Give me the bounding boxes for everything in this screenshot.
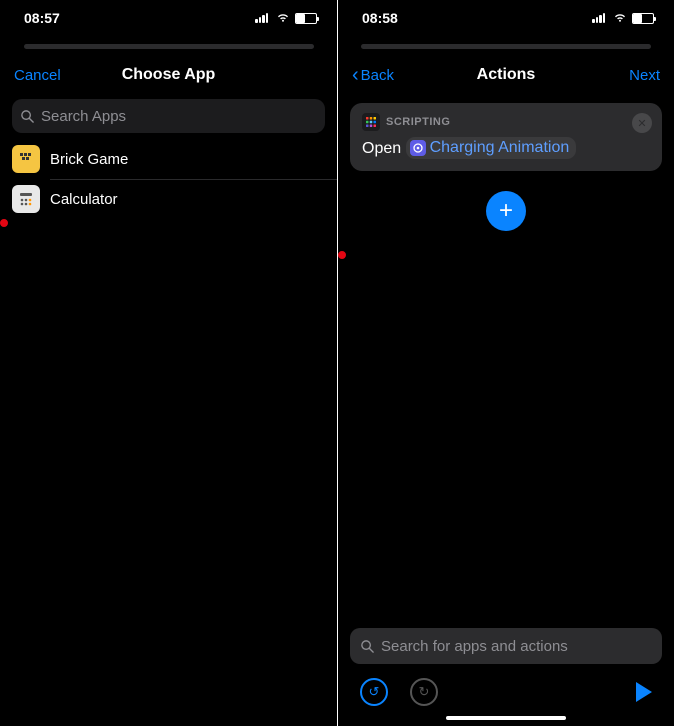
phone-right: 08:58 ‹ Back Actions Next SCRIPTING (337, 0, 674, 726)
card-header: SCRIPTING (362, 113, 650, 131)
list-item[interactable]: Brick Game (12, 139, 337, 179)
phone-left: 08:57 Cancel Choose App Search Apps Bric… (0, 0, 337, 726)
redo-button: ↻ (410, 678, 438, 706)
status-time: 08:58 (362, 10, 398, 26)
search-icon (360, 639, 375, 654)
highlight-box-left (0, 219, 8, 227)
status-icons (255, 13, 317, 24)
highlight-box-right (338, 251, 346, 259)
status-bar: 08:57 (0, 0, 337, 36)
signal-icon (255, 13, 271, 23)
scripting-icon (362, 113, 380, 131)
app-variable-pill[interactable]: Charging Animation (406, 137, 577, 159)
nav-bar: ‹ Back Actions Next (338, 53, 674, 97)
close-icon[interactable]: ✕ (632, 113, 652, 133)
next-button[interactable]: Next (590, 67, 660, 84)
home-indicator[interactable] (446, 716, 566, 720)
cancel-button[interactable]: Cancel (14, 67, 84, 84)
app-name: Brick Game (50, 151, 128, 168)
app-name: Calculator (50, 191, 118, 208)
wifi-icon (276, 13, 290, 23)
app-icon (12, 145, 40, 173)
signal-icon (592, 13, 608, 23)
wifi-icon (613, 13, 627, 23)
list-item[interactable]: Calculator (12, 179, 337, 219)
back-label: Back (361, 67, 394, 84)
card-body: Open Charging Animation (362, 137, 650, 159)
chevron-left-icon: ‹ (352, 65, 359, 85)
app-icon (12, 185, 40, 213)
drag-handle[interactable] (24, 44, 314, 49)
search-input[interactable]: Search Apps (12, 99, 325, 133)
status-icons (592, 13, 654, 24)
search-input[interactable]: Search for apps and actions (350, 628, 662, 664)
add-action-button[interactable]: + (486, 191, 526, 231)
toolbar: ↺ ↻ (338, 670, 674, 714)
card-category: SCRIPTING (386, 116, 450, 128)
status-bar: 08:58 (338, 0, 674, 36)
page-title: Actions (422, 66, 590, 84)
search-placeholder: Search for apps and actions (381, 638, 568, 655)
open-label: Open (362, 140, 401, 157)
nav-bar: Cancel Choose App (0, 53, 337, 97)
run-button[interactable] (636, 682, 652, 702)
page-title: Choose App (84, 66, 253, 84)
search-icon (20, 109, 35, 124)
charging-animation-icon (410, 140, 426, 156)
undo-button[interactable]: ↺ (360, 678, 388, 706)
bottom-panel: Search for apps and actions ↺ ↻ (338, 628, 674, 726)
battery-icon (295, 13, 317, 24)
status-time: 08:57 (24, 10, 60, 26)
action-card[interactable]: SCRIPTING ✕ Open Charging Animation (350, 103, 662, 171)
back-button[interactable]: ‹ Back (352, 65, 422, 85)
battery-icon (632, 13, 654, 24)
app-list: Brick Game Calculator (0, 139, 337, 219)
app-variable-label: Charging Animation (430, 139, 570, 157)
search-placeholder: Search Apps (41, 108, 126, 125)
drag-handle[interactable] (361, 44, 651, 49)
